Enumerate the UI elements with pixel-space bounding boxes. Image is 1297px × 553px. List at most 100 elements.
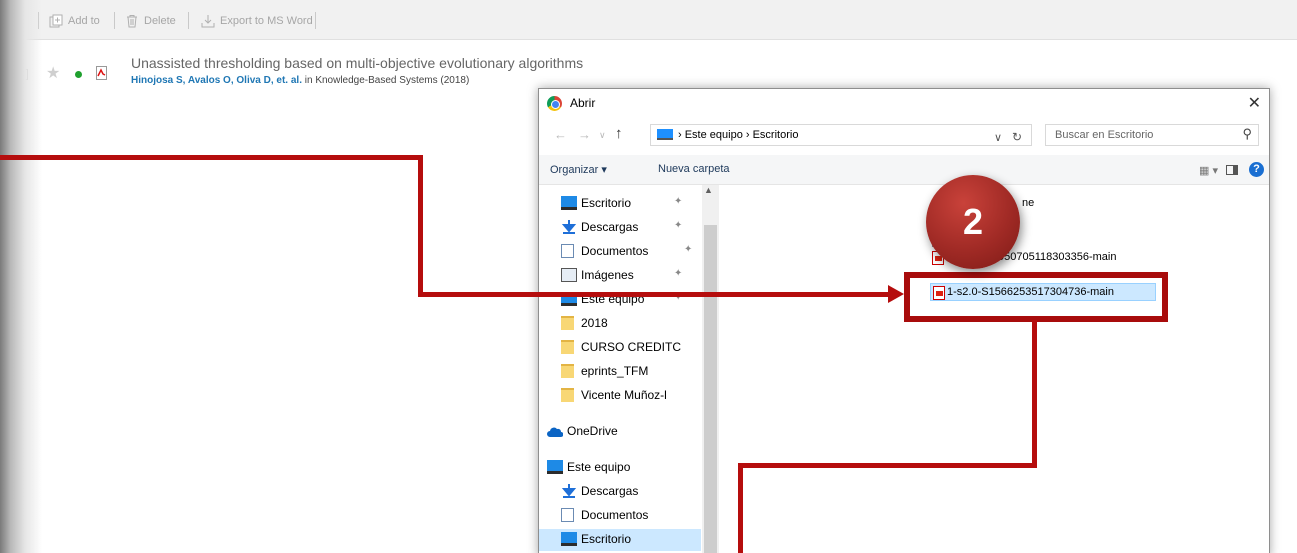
new-folder-button[interactable]: Nueva carpeta [658,163,730,175]
pin-icon: ✦ [674,196,683,207]
nav-item-label: Descargas [581,484,639,498]
folder-icon [561,340,574,354]
annotation-line [0,155,423,160]
images-icon [561,268,577,282]
add-to-icon [49,14,63,28]
desktop-icon [561,532,577,546]
nav-item-2018[interactable]: 2018 [539,313,701,335]
nav-item-label: Imágenes [581,268,634,282]
column-header[interactable]: ne [1022,197,1034,215]
nav-item-label: OneDrive [567,424,618,438]
annotation-line [1032,320,1037,468]
address-path: › Este equipo › Escritorio [678,129,799,141]
nav-item-curso-creditc[interactable]: CURSO CREDITC [539,337,701,359]
export-word-button[interactable]: Export to MS Word [201,13,313,29]
reference-journal: in Knowledge-Based Systems (2018) [301,75,470,86]
address-bar[interactable]: › Este equipo › Escritorio [650,124,1032,146]
download-icon [561,220,577,234]
view-options-icon[interactable]: ▦ ▾ [1199,164,1218,177]
reference-authors[interactable]: Hinojosa S, Avalos O, Oliva D, et. al. [131,75,302,86]
nav-scrollbar-thumb[interactable] [704,225,717,553]
trash-icon [125,14,139,28]
nav-item-onedrive[interactable]: OneDrive [539,421,701,443]
annotation-line [738,463,1037,468]
toolbar-divider [188,12,189,29]
toolbar-divider [114,12,115,29]
delete-button[interactable]: Delete [125,13,176,29]
nav-item-documentos-pc[interactable]: Documentos [539,505,701,527]
nav-item-documentos[interactable]: Documentos ✦ [539,241,701,263]
pin-icon: ✦ [674,220,683,231]
close-icon[interactable]: ✕ [1248,93,1261,113]
nav-item-escritorio[interactable]: Escritorio ✦ [539,193,701,215]
back-arrow-icon[interactable]: ← [554,127,567,142]
navigation-pane: Escritorio ✦ Descargas ✦ Documentos ✦ Im… [539,185,719,553]
nav-item-imagenes[interactable]: Imágenes ✦ [539,265,701,287]
nav-item-label: Documentos [581,244,649,258]
annotation-line [738,463,743,553]
refresh-icon[interactable]: ↻ [1012,130,1022,144]
pin-icon: ✦ [684,244,693,255]
highlight-box [904,272,1168,322]
nav-item-label: Este equipo [567,460,631,474]
search-placeholder: Buscar en Escritorio [1055,129,1154,141]
onedrive-icon [547,426,564,440]
nav-item-label: CURSO CREDITC [581,340,682,354]
nav-item-eprints-tfm[interactable]: eprints_TFM [539,361,701,383]
add-to-button[interactable]: Add to [49,13,100,29]
organize-button[interactable]: Organizar ▾ [550,163,607,176]
reference-title[interactable]: Unassisted thresholding based on multi-o… [131,55,583,71]
read-status-dot [75,71,82,78]
toolbar-divider [315,12,316,29]
reference-meta: Hinojosa S, Avalos O, Oliva D, et. al. i… [131,75,469,86]
export-label: Export to MS Word [220,15,313,27]
computer-icon [547,460,563,474]
star-icon[interactable]: ★ [46,63,60,83]
nav-item-label: Vicente Muñoz-l [581,388,667,402]
step-number-badge: 2 [926,175,1020,269]
address-navbar: ← → ∨ ↑ › Este equipo › Escritorio ∨ ↻ B… [539,119,1269,151]
document-icon [561,508,574,522]
screenshot-root: Add to Delete Export to MS Word ★ Unassi… [0,0,1297,553]
reference-toolbar: Add to Delete Export to MS Word [0,0,1297,40]
address-dropdown-icon[interactable]: ∨ [994,131,1002,144]
nav-item-label: Escritorio [581,196,632,210]
left-edge-shadow [0,0,42,553]
nav-item-descargas-pc[interactable]: Descargas [539,481,701,503]
pin-icon: ✦ [674,268,683,279]
forward-arrow-icon[interactable]: → [578,127,591,142]
nav-item-este-equipo[interactable]: Este equipo [539,457,701,479]
document-icon [561,244,574,258]
help-icon[interactable]: ? [1249,162,1264,177]
folder-icon [561,316,574,330]
add-to-label: Add to [68,15,100,27]
delete-label: Delete [144,15,176,27]
annotation-line [418,155,423,297]
scroll-up-icon[interactable]: ▲ [704,185,713,195]
dialog-titlebar: Abrir ✕ [539,89,1269,119]
folder-icon [561,364,574,378]
nav-item-descargas[interactable]: Descargas ✦ [539,217,701,239]
nav-item-label: 2018 [581,316,608,330]
pdf-icon[interactable] [96,66,107,80]
recent-dropdown-icon[interactable]: ∨ [599,130,606,141]
chrome-icon [547,96,562,111]
nav-item-label: Descargas [581,220,639,234]
computer-icon [657,129,673,140]
search-icon: ⚲ [1242,126,1252,141]
folder-icon [561,388,574,402]
up-arrow-icon[interactable]: ↑ [615,125,623,142]
nav-item-label: Escritorio [581,532,632,546]
annotation-arrowhead [888,285,904,303]
nav-item-vicente-munoz[interactable]: Vicente Muñoz-l [539,385,701,407]
download-icon [561,484,577,498]
desktop-icon [561,196,577,210]
annotation-line [418,292,890,297]
nav-item-label: eprints_TFM [581,364,649,378]
nav-item-escritorio-pc[interactable]: Escritorio [539,529,701,551]
preview-pane-icon[interactable] [1226,165,1238,175]
dialog-title: Abrir [570,96,596,110]
search-input[interactable]: Buscar en Escritorio ⚲ [1045,124,1259,146]
export-icon [201,14,215,28]
nav-item-label: Documentos [581,508,649,522]
